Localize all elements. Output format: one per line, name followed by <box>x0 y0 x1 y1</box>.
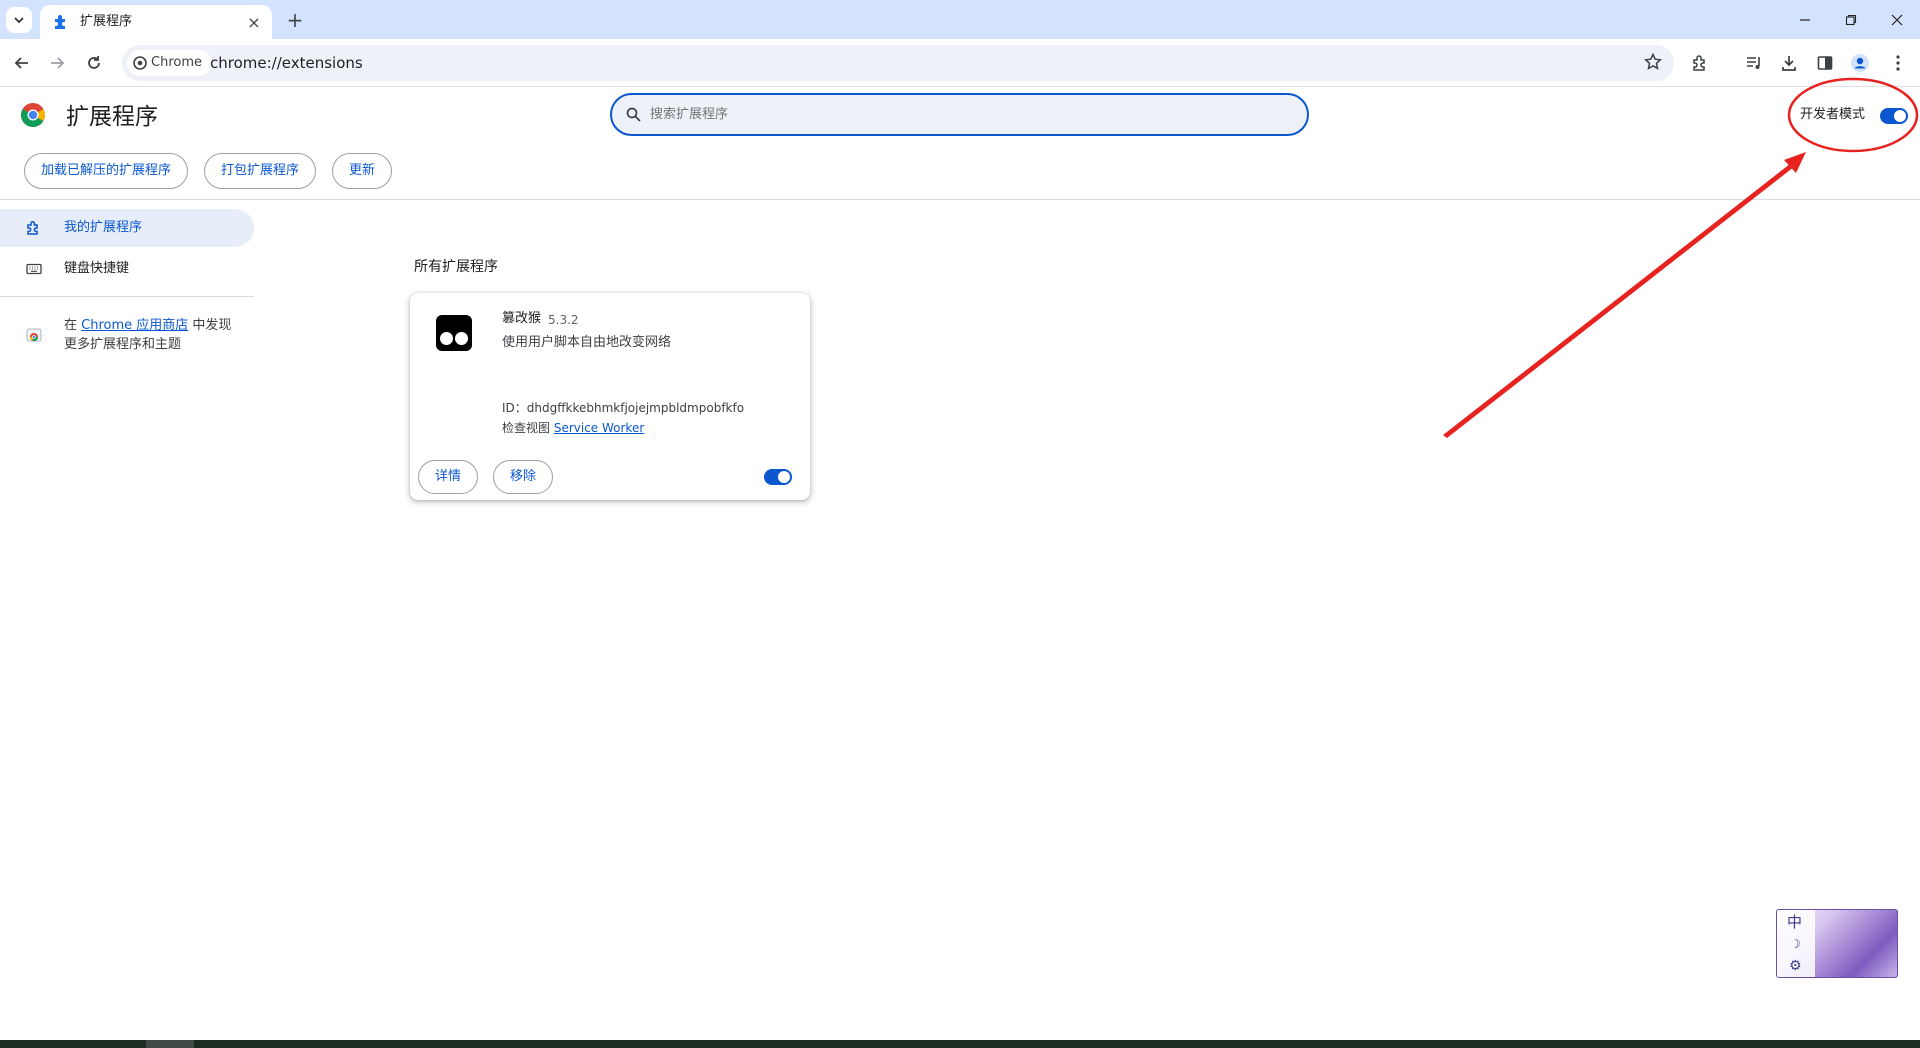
puzzle-icon <box>1693 55 1705 71</box>
extensions-header: 扩展程序 开发者模式 加载已解压的扩展程序 打包扩展程序 更新 <box>0 87 1920 200</box>
site-info-chip[interactable]: Chrome <box>127 50 212 76</box>
extension-name: 篡改猴 <box>502 311 542 326</box>
minimize-button[interactable] <box>1782 0 1828 39</box>
media-button[interactable] <box>1740 49 1768 77</box>
browser-toolbar: Chrome chrome://extensions <box>0 39 1920 87</box>
search-icon <box>626 107 641 122</box>
taskbar-item[interactable] <box>146 1040 194 1048</box>
developer-mode-toggle[interactable] <box>1880 108 1908 124</box>
extension-id: ID：dhdgffkkebhmkfjojejmpbldmpobfkfo <box>502 399 744 417</box>
address-bar[interactable]: Chrome chrome://extensions <box>122 45 1674 81</box>
gear-icon[interactable]: ⚙ <box>1789 958 1802 974</box>
puzzle-icon <box>55 15 65 29</box>
chevron-down-icon <box>14 17 24 24</box>
web-store-link[interactable]: Chrome 应用商店 <box>81 318 188 333</box>
web-store-prefix: 在 <box>64 318 82 333</box>
extension-enable-toggle[interactable] <box>764 469 792 485</box>
url-text[interactable]: chrome://extensions <box>210 45 363 81</box>
chrome-logo-icon <box>20 103 46 128</box>
extension-id-value: dhdgffkkebhmkfjojejmpbldmpobfkfo <box>526 401 745 415</box>
taskbar <box>0 1040 1920 1048</box>
chrome-menu-button[interactable] <box>1884 49 1912 77</box>
extension-id-label: ID： <box>502 401 527 415</box>
extensions-search[interactable] <box>610 93 1309 136</box>
tab-strip: 扩展程序 × + <box>0 0 1920 39</box>
downloads-button[interactable] <box>1775 49 1803 77</box>
search-input[interactable] <box>648 95 1288 134</box>
bookmark-star-icon[interactable] <box>1644 53 1662 71</box>
tampermonkey-icon <box>436 315 472 351</box>
ime-widget[interactable]: 中 ☽ ⚙ <box>1776 909 1898 978</box>
sidebar-item-label: 键盘快捷键 <box>64 261 130 276</box>
remove-button[interactable]: 移除 <box>493 460 554 494</box>
reload-icon <box>88 56 100 69</box>
download-icon <box>1782 56 1796 71</box>
arrow-right-icon <box>51 57 65 69</box>
sidebar-item-label: 我的扩展程序 <box>64 220 143 235</box>
more-vert-icon <box>1896 55 1900 71</box>
side-panel-button[interactable] <box>1811 49 1839 77</box>
page-title: 扩展程序 <box>66 104 158 130</box>
tab-search-button[interactable] <box>6 7 32 33</box>
service-worker-link[interactable]: Service Worker <box>554 421 644 435</box>
moon-icon[interactable]: ☽ <box>1790 937 1801 951</box>
inspect-views: 检查视图 Service Worker <box>502 419 644 437</box>
forward-button[interactable] <box>43 49 71 77</box>
media-queue-icon <box>1747 57 1760 69</box>
extensions-icon <box>27 221 38 235</box>
ime-mode-indicator[interactable]: 中 <box>1787 913 1802 931</box>
pack-extension-button[interactable]: 打包扩展程序 <box>204 153 317 189</box>
avatar-icon <box>1851 54 1869 72</box>
side-panel-icon <box>1817 56 1833 70</box>
section-title: 所有扩展程序 <box>414 259 498 275</box>
tab-title: 扩展程序 <box>80 14 133 29</box>
site-chip-label: Chrome <box>151 55 202 70</box>
tab-close-icon[interactable]: × <box>244 12 264 32</box>
arrow-left-icon <box>14 57 28 69</box>
restore-button[interactable] <box>1828 0 1874 39</box>
reload-button[interactable] <box>80 49 108 77</box>
web-store-icon <box>26 328 42 342</box>
minimize-icon <box>1800 18 1810 21</box>
extensions-menu-button[interactable] <box>1686 49 1714 77</box>
back-button[interactable] <box>8 49 36 77</box>
extension-card: 篡改猴 5.3.2 使用用户脚本自由地改变网络 ID：dhdgffkkebhmk… <box>410 293 810 500</box>
extension-description: 使用用户脚本自由地改变网络 <box>502 335 672 350</box>
sidebar-item-my-extensions[interactable]: 我的扩展程序 <box>0 209 254 247</box>
extension-version: 5.3.2 <box>548 313 579 327</box>
sidebar-divider <box>0 296 254 297</box>
close-window-button[interactable] <box>1874 0 1920 39</box>
inspect-views-label: 检查视图 <box>502 421 554 435</box>
web-store-promo: 在 Chrome 应用商店 中发现更多扩展程序和主题 <box>64 316 244 354</box>
keyboard-icon <box>26 263 42 275</box>
profile-button[interactable] <box>1846 49 1874 77</box>
update-button[interactable]: 更新 <box>332 153 393 189</box>
new-tab-button[interactable]: + <box>282 7 308 33</box>
details-button[interactable]: 详情 <box>418 460 479 494</box>
active-tab[interactable]: 扩展程序 × <box>40 5 272 39</box>
sidebar-item-keyboard-shortcuts[interactable]: 键盘快捷键 <box>0 250 254 288</box>
developer-mode-label: 开发者模式 <box>1800 107 1866 122</box>
close-icon <box>1891 14 1903 25</box>
chrome-icon <box>133 56 147 70</box>
restore-icon <box>1845 14 1857 25</box>
load-unpacked-button[interactable]: 加载已解压的扩展程序 <box>24 153 189 189</box>
